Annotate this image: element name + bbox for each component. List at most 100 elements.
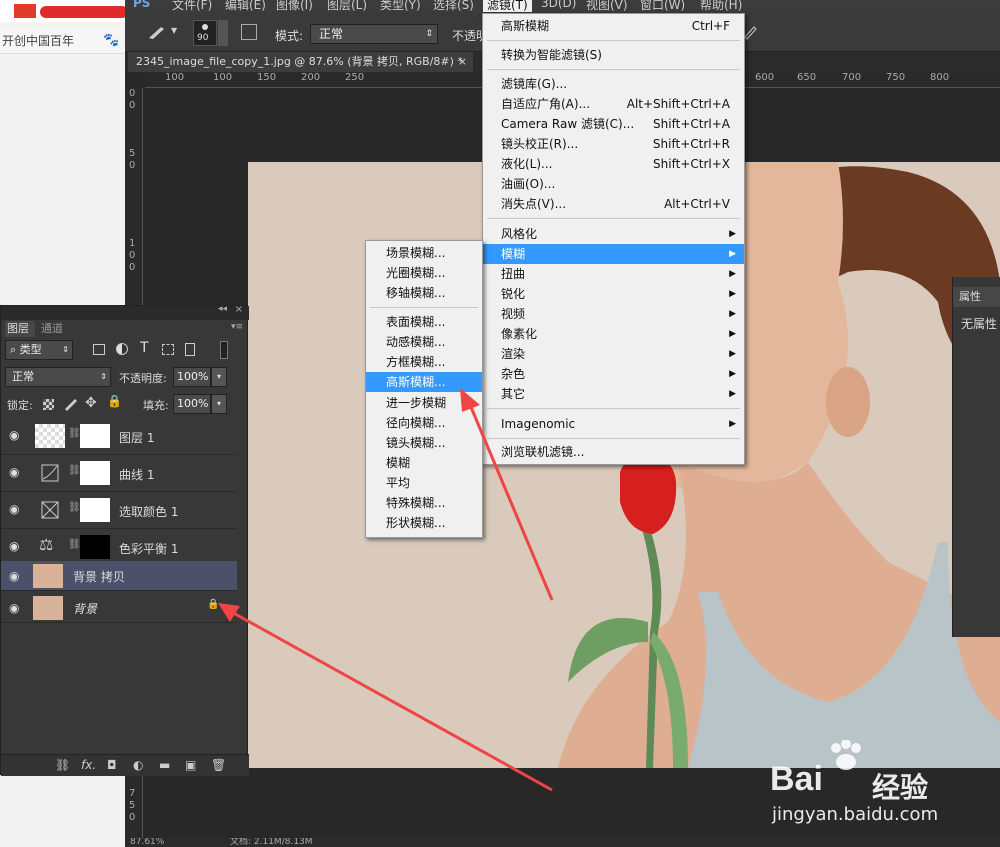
menu-item-video[interactable]: 视频 ▶ [483,304,744,324]
filter-toggle[interactable] [220,341,228,359]
menu-item-smart-blur[interactable]: 特殊模糊... [366,493,482,513]
menu-item-field-blur[interactable]: 场景模糊... [366,243,482,263]
adjustment-icon[interactable]: ◐ [133,758,143,772]
menu-item-pixelate[interactable]: 像素化 ▶ [483,324,744,344]
folder-icon[interactable]: ▬ [159,758,170,772]
fill-input[interactable]: 100% [173,394,211,414]
layer-mask-thumb[interactable] [80,498,110,522]
close-icon[interactable]: × [235,304,243,315]
eye-icon[interactable]: ◉ [9,539,23,553]
menu-item-camera-raw[interactable]: Camera Raw 滤镜(C)... Shift+Ctrl+A [483,114,744,134]
eye-icon[interactable]: ◉ [9,465,23,479]
layer-row[interactable]: ◉ ⛓ 选取颜色 1 [1,492,237,529]
menu-item-tilt-shift[interactable]: 移轴模糊... [366,283,482,303]
layer-mask-thumb[interactable] [80,461,110,485]
eye-icon[interactable]: ◉ [9,502,23,516]
menu-item-last-filter[interactable]: 高斯模糊 Ctrl+F [483,16,744,36]
mode-select[interactable]: 正常 ⇕ [310,24,438,44]
lock-transparent-icon[interactable] [43,399,54,410]
menu-item-blur-more[interactable]: 进一步模糊 [366,393,482,413]
menu-item-filter-gallery[interactable]: 滤镜库(G)... [483,74,744,94]
chevron-down-icon[interactable]: ▼ [171,26,177,35]
layer-row-selected[interactable]: ◉ 背景 拷贝 [1,561,237,591]
fill-slider-button[interactable]: ▾ [211,394,227,414]
menu-item-sharpen[interactable]: 锐化 ▶ [483,284,744,304]
menu-item-radial-blur[interactable]: 径向模糊... [366,413,482,433]
menu-item-blur[interactable]: 模糊 ▶ [483,244,744,264]
layer-filter-select[interactable]: ⌕ 类型 ⇕ [5,340,73,360]
collapse-icon[interactable]: ◂◂ [218,304,227,314]
menu-item-noise[interactable]: 杂色 ▶ [483,364,744,384]
brush-panel-icon[interactable] [241,24,257,40]
document-tab[interactable]: 2345_image_file_copy_1.jpg @ 87.6% (背景 拷… [128,52,473,72]
eye-icon[interactable]: ◉ [9,569,23,583]
link-icon[interactable]: ⛓ [68,428,81,439]
lock-all-icon[interactable]: 🔒 [107,394,122,408]
properties-content: 无属性 [961,317,998,331]
layer-row[interactable]: ◉ ⛓ 曲线 1 [1,455,237,492]
add-mask-icon[interactable]: ◘ [107,758,117,772]
link-icon[interactable]: ⛓ [68,502,81,513]
new-layer-icon[interactable]: ▣ [185,758,196,772]
lock-icon[interactable]: 🔒 [207,599,219,610]
lock-pixels-icon[interactable] [63,397,79,411]
menu-item-average[interactable]: 平均 [366,473,482,493]
menu-item-imagenomic[interactable]: Imagenomic ▶ [483,414,744,434]
brush-icon[interactable] [147,24,169,40]
link-icon[interactable]: ⛓ [68,539,81,550]
brush-picker-arrow[interactable] [218,20,228,46]
trash-icon[interactable]: 🗑 [211,758,226,772]
menu-item-lens-correction[interactable]: 镜头校正(R)... Shift+Ctrl+R [483,134,744,154]
menu-item-oil-paint[interactable]: 油画(O)... [483,174,744,194]
menu-item-label: 模糊 [501,247,526,261]
layer-row[interactable]: ◉ ⛓ 图层 1 [1,418,237,455]
properties-tab[interactable]: 属性 [953,287,1000,307]
menu-item-other[interactable]: 其它 ▶ [483,384,744,404]
smart-object-filter-icon[interactable] [185,343,195,356]
link-icon[interactable]: ⛓ [68,465,81,476]
menu-item-box-blur[interactable]: 方框模糊... [366,352,482,372]
menu-item-distort[interactable]: 扭曲 ▶ [483,264,744,284]
menu-item-browse-online-filters[interactable]: 浏览联机滤镜... [483,442,744,462]
menu-item-label: 浏览联机滤镜... [501,445,585,459]
blend-mode-select[interactable]: 正常 ⇕ [5,367,111,387]
menu-item-lens-blur[interactable]: 镜头模糊... [366,433,482,453]
menu-item-vanishing-point[interactable]: 消失点(V)... Alt+Ctrl+V [483,194,744,214]
close-icon[interactable]: × [458,52,467,72]
eye-icon[interactable]: ◉ [9,601,23,615]
menu-item-motion-blur[interactable]: 动感模糊... [366,332,482,352]
mode-label: 模式: [275,29,304,43]
adjustment-filter-icon[interactable] [116,343,128,355]
menu-3d[interactable]: 3D(D) [541,0,576,10]
menu-item-iris-blur[interactable]: 光圈模糊... [366,263,482,283]
opacity-slider-button[interactable]: ▾ [211,367,227,387]
menu-item-surface-blur[interactable]: 表面模糊... [366,312,482,332]
menu-item-gaussian-blur[interactable]: 高斯模糊... [366,372,482,392]
layer-mask-thumb[interactable] [80,424,110,448]
browser-tab[interactable]: 开创中国百年 🐾 [0,28,125,54]
tab-channels[interactable]: 通道 [41,321,81,337]
eye-icon[interactable]: ◉ [9,428,23,442]
link-layers-icon[interactable]: ⛓ [55,758,70,772]
fx-icon[interactable]: fx. [81,758,96,772]
menu-item-label: 扭曲 [501,267,526,281]
layer-row[interactable]: ◉ 背景 🔒 [1,593,237,623]
lock-position-icon[interactable]: ✥ [85,395,97,411]
layer-mask-thumb[interactable] [80,535,110,559]
panel-menu-icon[interactable]: ▾≡ [231,322,243,332]
shape-filter-icon[interactable] [162,344,174,355]
type-filter-icon[interactable]: T [140,340,149,356]
menu-item-render[interactable]: 渲染 ▶ [483,344,744,364]
pixel-filter-icon[interactable] [93,344,105,355]
layers-bottom-bar: ⛓ fx. ◘ ◐ ▬ ▣ 🗑 [1,754,249,776]
menu-item-adaptive-wide-angle[interactable]: 自适应广角(A)... Alt+Shift+Ctrl+A [483,94,744,114]
brush-preset-picker[interactable]: 90 [193,20,217,46]
menu-item-liquify[interactable]: 液化(L)... Shift+Ctrl+X [483,154,744,174]
menu-item-stylize[interactable]: 风格化 ▶ [483,224,744,244]
menu-item-shape-blur[interactable]: 形状模糊... [366,513,482,533]
paw-icon[interactable]: 🐾 [103,28,119,53]
tab-layers[interactable]: 图层 [5,321,35,337]
menu-item-blur[interactable]: 模糊 [366,453,482,473]
menu-item-smart-filter[interactable]: 转换为智能滤镜(S) [483,45,744,65]
opacity-input[interactable]: 100% [173,367,211,387]
